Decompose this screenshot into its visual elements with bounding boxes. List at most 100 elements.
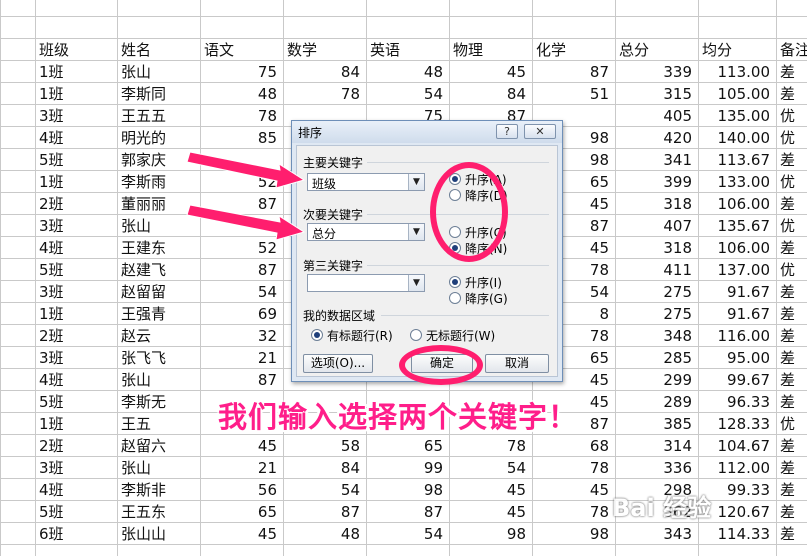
cell-chinese[interactable]: 87: [200, 369, 283, 391]
cell-average[interactable]: 106.00: [698, 237, 776, 259]
cell-class[interactable]: 1班: [35, 171, 117, 193]
cell-total[interactable]: 341: [615, 149, 698, 171]
cell-chemistry[interactable]: 68: [532, 435, 615, 457]
cell-chinese[interactable]: 65: [200, 501, 283, 523]
cell-average[interactable]: 140.00: [698, 127, 776, 149]
cell-class[interactable]: 1班: [35, 303, 117, 325]
cell-total[interactable]: 407: [615, 215, 698, 237]
cell-class[interactable]: 3班: [35, 105, 117, 127]
cell-average[interactable]: 137.00: [698, 259, 776, 281]
column-header-remark[interactable]: 备注: [776, 39, 807, 61]
cell-name[interactable]: 王五五: [117, 105, 200, 127]
cell-chinese[interactable]: 45: [200, 435, 283, 457]
cell-english[interactable]: 48: [366, 61, 449, 83]
cell-name[interactable]: 明光的: [117, 127, 200, 149]
cell-name[interactable]: 张山: [117, 61, 200, 83]
options-button[interactable]: 选项(O)...: [303, 354, 373, 373]
chevron-down-icon[interactable]: ▼: [408, 174, 424, 190]
cell-physics[interactable]: 84: [449, 83, 532, 105]
cell-class[interactable]: 1班: [35, 83, 117, 105]
cell-english[interactable]: 54: [366, 523, 449, 545]
cell-chinese[interactable]: 56: [200, 479, 283, 501]
cell-class[interactable]: 3班: [35, 457, 117, 479]
cell-average[interactable]: 113.67: [698, 149, 776, 171]
cell-english[interactable]: 98: [366, 479, 449, 501]
cell-remark[interactable]: 差: [776, 391, 807, 413]
cell-class[interactable]: 6班: [35, 523, 117, 545]
cell-average[interactable]: 91.67: [698, 303, 776, 325]
third-asc-radio[interactable]: 升序(I): [449, 274, 502, 291]
cell-math[interactable]: 84: [283, 457, 366, 479]
column-header-math[interactable]: 数学: [283, 39, 366, 61]
cell-total[interactable]: 318: [615, 193, 698, 215]
cell-remark[interactable]: 差: [776, 83, 807, 105]
cell-chemistry[interactable]: 87: [532, 61, 615, 83]
cell-chinese[interactable]: 69: [200, 303, 283, 325]
cell-remark[interactable]: 差: [776, 325, 807, 347]
cell-remark[interactable]: 优: [776, 413, 807, 435]
column-header-class[interactable]: 班级: [35, 39, 117, 61]
cell-physics[interactable]: 45: [449, 501, 532, 523]
cell-chinese[interactable]: 54: [200, 281, 283, 303]
cell-chemistry[interactable]: 51: [532, 83, 615, 105]
column-header-chemistry[interactable]: 化学: [532, 39, 615, 61]
cell-class[interactable]: 5班: [35, 149, 117, 171]
cell-total[interactable]: 275: [615, 281, 698, 303]
cell-total[interactable]: 299: [615, 369, 698, 391]
cell-chinese[interactable]: 32: [200, 325, 283, 347]
cell-total[interactable]: 336: [615, 457, 698, 479]
cell-average[interactable]: 113.00: [698, 61, 776, 83]
cell-remark[interactable]: 优: [776, 127, 807, 149]
cell-name[interactable]: 李斯无: [117, 391, 200, 413]
chevron-down-icon[interactable]: ▼: [408, 275, 424, 291]
cell-name[interactable]: 王建东: [117, 237, 200, 259]
cell-remark[interactable]: 差: [776, 347, 807, 369]
cell-math[interactable]: 78: [283, 83, 366, 105]
cell-average[interactable]: 114.33: [698, 523, 776, 545]
cell-remark[interactable]: 优: [776, 215, 807, 237]
cell-total[interactable]: 318: [615, 237, 698, 259]
cell-class[interactable]: 1班: [35, 61, 117, 83]
cell-average[interactable]: 128.33: [698, 413, 776, 435]
cell-class[interactable]: 5班: [35, 501, 117, 523]
cell-average[interactable]: 106.00: [698, 193, 776, 215]
has-header-radio[interactable]: 有标题行(R): [311, 327, 393, 344]
cell-class[interactable]: 3班: [35, 347, 117, 369]
cell-chinese[interactable]: [200, 215, 283, 237]
cell-class[interactable]: 4班: [35, 127, 117, 149]
cell-english[interactable]: 54: [366, 83, 449, 105]
cell-remark[interactable]: 差: [776, 237, 807, 259]
cell-physics[interactable]: 45: [449, 61, 532, 83]
cell-english[interactable]: 65: [366, 435, 449, 457]
cell-class[interactable]: 2班: [35, 193, 117, 215]
cell-remark[interactable]: 差: [776, 501, 807, 523]
cell-class[interactable]: 2班: [35, 435, 117, 457]
cell-total[interactable]: 385: [615, 413, 698, 435]
cell-average[interactable]: 112.00: [698, 457, 776, 479]
cell-name[interactable]: 李斯雨: [117, 171, 200, 193]
cell-average[interactable]: 135.67: [698, 215, 776, 237]
cell-remark[interactable]: 差: [776, 303, 807, 325]
chevron-down-icon[interactable]: ▼: [408, 224, 424, 240]
cell-remark[interactable]: 优: [776, 171, 807, 193]
cell-total[interactable]: 348: [615, 325, 698, 347]
third-desc-radio[interactable]: 降序(G): [449, 290, 508, 307]
cell-chemistry[interactable]: 78: [532, 457, 615, 479]
cell-average[interactable]: 135.00: [698, 105, 776, 127]
cell-class[interactable]: 4班: [35, 369, 117, 391]
cancel-button[interactable]: 取消: [485, 354, 549, 373]
cell-chinese[interactable]: 21: [200, 347, 283, 369]
cell-average[interactable]: 96.33: [698, 391, 776, 413]
cell-total[interactable]: 315: [615, 83, 698, 105]
cell-remark[interactable]: 差: [776, 523, 807, 545]
cell-chinese[interactable]: [200, 149, 283, 171]
cell-total[interactable]: 314: [615, 435, 698, 457]
cell-class[interactable]: 3班: [35, 215, 117, 237]
cell-average[interactable]: 95.00: [698, 347, 776, 369]
cell-physics[interactable]: 54: [449, 457, 532, 479]
cell-name[interactable]: 王强青: [117, 303, 200, 325]
cell-total[interactable]: 343: [615, 523, 698, 545]
cell-average[interactable]: 105.00: [698, 83, 776, 105]
column-header-english[interactable]: 英语: [366, 39, 449, 61]
cell-remark[interactable]: 优: [776, 105, 807, 127]
